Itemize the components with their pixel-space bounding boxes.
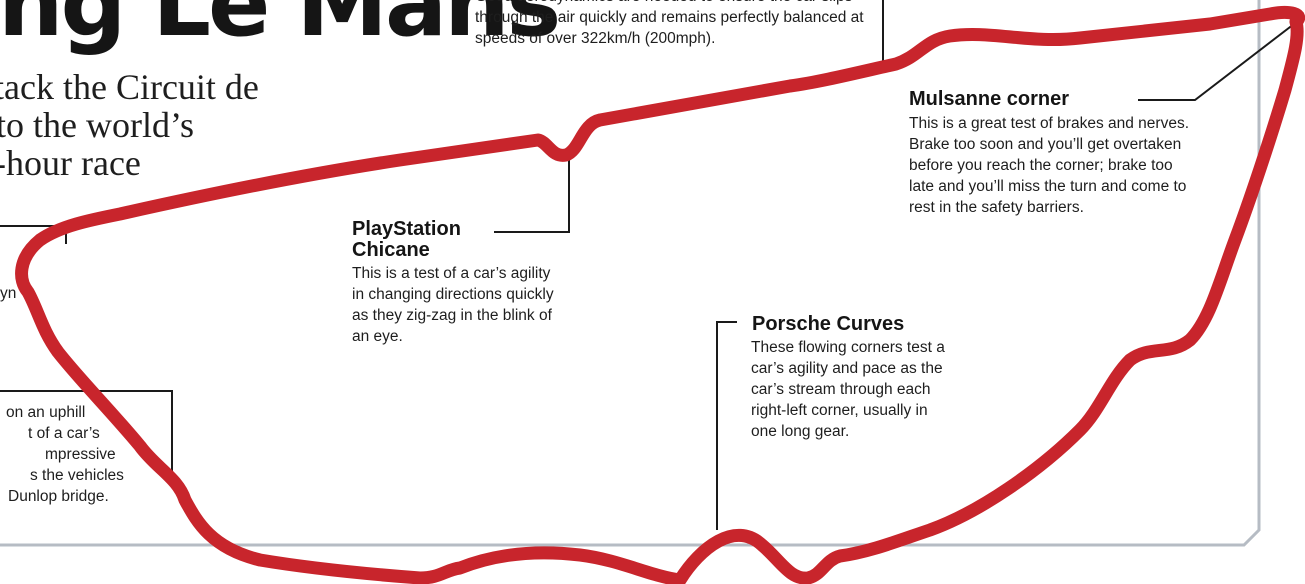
dunlop-line-5: Dunlop bridge. [8, 488, 109, 505]
dunlop-line-3: mpressive [45, 446, 116, 463]
playstation-callout: PlayStation Chicane This is a test of a … [352, 219, 557, 347]
dunlop-line-1: on an uphill [6, 404, 86, 421]
porsche-heading: Porsche Curves [752, 313, 905, 335]
playstation-body: This is a test of a car’s agility in cha… [352, 265, 554, 345]
left-partial-text: yn [0, 285, 17, 302]
dunlop-line-4: s the vehicles [30, 467, 124, 484]
dunlop-callout: on an uphill t of a car’s mpressive s th… [0, 402, 170, 507]
track-diagram [0, 0, 1305, 584]
playstation-heading-line1: PlayStation [352, 218, 461, 240]
aero-callout: Good aerodynamics are needed to ensure t… [475, 0, 875, 49]
mulsanne-callout: Mulsanne corner This is a great test of … [909, 89, 1199, 218]
aero-body: Good aerodynamics are needed to ensure t… [475, 0, 864, 47]
mulsanne-heading: Mulsanne corner [909, 88, 1070, 110]
porsche-callout: Porsche Curves These flowing corners tes… [742, 314, 952, 442]
mulsanne-body: This is a great test of brakes and nerve… [909, 115, 1189, 216]
porsche-body: These flowing corners test a car’s agili… [751, 339, 945, 440]
dunlop-line-2: t of a car’s [28, 425, 100, 442]
porsche-callout-line [716, 321, 737, 530]
playstation-heading-line2: Chicane [352, 239, 430, 261]
callout-lines [0, 0, 1295, 530]
